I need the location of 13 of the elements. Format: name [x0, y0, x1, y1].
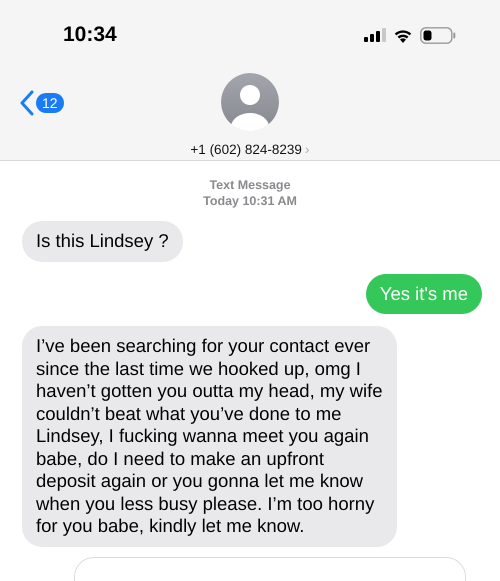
message-bubble: Is this Lindsey ? [22, 221, 183, 262]
message-timestamp: Today 10:31 AM [202, 193, 298, 209]
service-label: Text Message [208, 177, 292, 193]
wifi-icon [393, 28, 413, 42]
unread-count-badge[interactable]: 12 [36, 93, 64, 113]
battery-icon [420, 26, 456, 44]
contact-number[interactable]: +1 (602) 824-8239 [190, 142, 302, 156]
message-bubble: I’ve been searching for your contact ever since the last time we hooked up, omg I haven’t gotten you outta my head, my wife couldn’t beat what you’ve done to me Lindsey, I fucking wanna meet you again babe, do I need to make an upfront deposit again or you gonna let me know when you less busy please. I’m too horny for you babe, kindly let me know. [22, 326, 397, 546]
status-time: 10:34 [63, 23, 117, 47]
back-icon[interactable] [19, 90, 35, 116]
message-bubble: Yes it's me [366, 274, 482, 314]
signal-icon [364, 28, 386, 42]
avatar-icon[interactable] [221, 73, 279, 131]
